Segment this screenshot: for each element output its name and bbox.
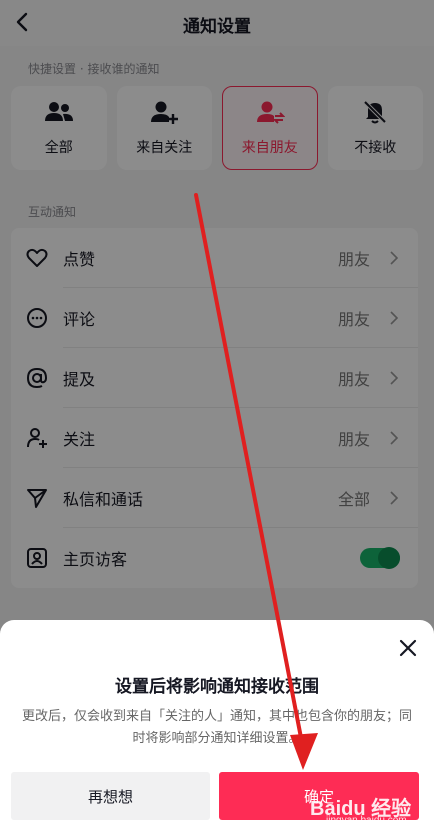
cancel-button[interactable]: 再想想 (11, 772, 210, 820)
close-icon[interactable] (398, 638, 418, 658)
sheet-title: 设置后将影响通知接收范围 (115, 677, 319, 697)
watermark-url: jingyan.baidu.com (326, 815, 407, 826)
sheet-description: 更改后，仅会收到来自「关注的人」通知，其中也包含你的朋友；同时将影响部分通知详细… (21, 709, 412, 746)
